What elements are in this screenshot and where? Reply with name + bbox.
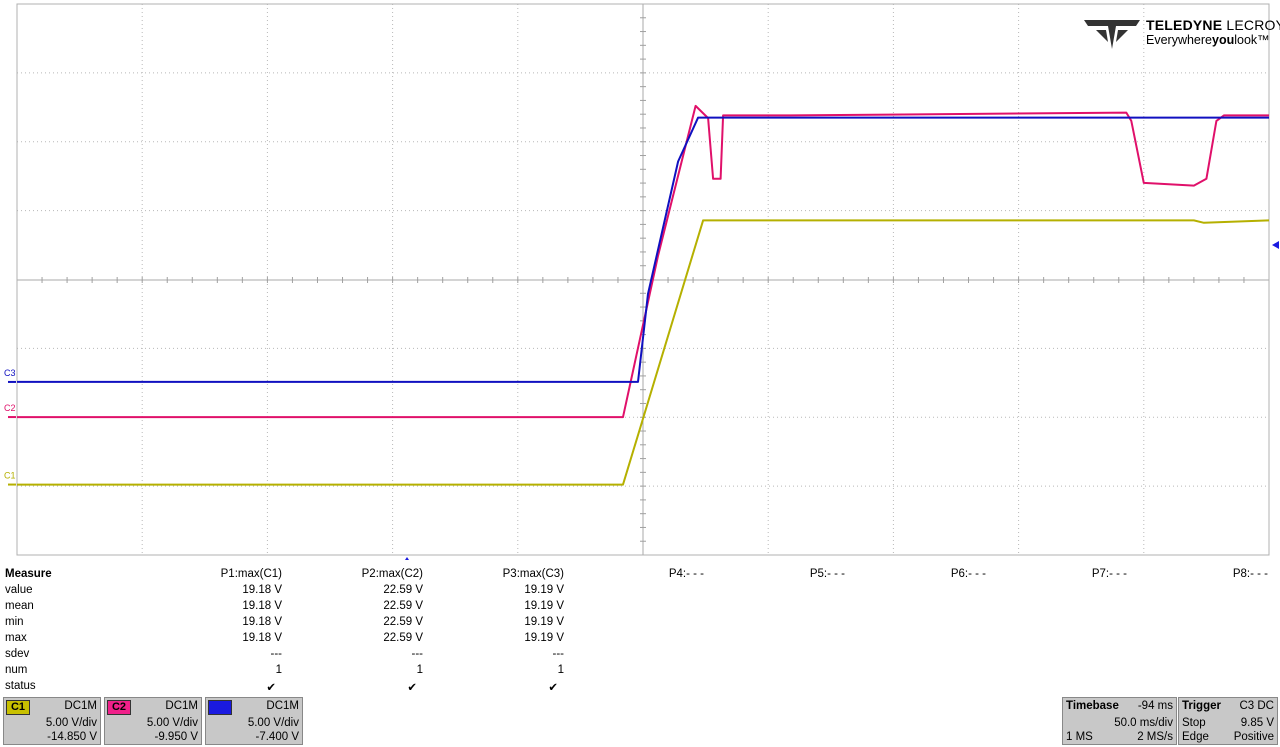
timebase-delay: -94 ms <box>1137 700 1173 712</box>
measure-cell-p1: 19.18 V <box>242 600 282 612</box>
measure-row-sdev: sdev --- --- --- <box>0 648 1280 664</box>
measure-row-label: value <box>5 584 33 596</box>
measure-cell-p3: ✔ <box>548 682 558 694</box>
measure-row-label: num <box>5 664 28 676</box>
channel-c2-coupling: DC1M <box>165 700 198 712</box>
measure-cell-p2: 1 <box>416 664 423 676</box>
measure-row-label: max <box>5 632 27 644</box>
logo-emblem-icon <box>1084 20 1140 49</box>
param-p7[interactable]: P7:- - - <box>1092 568 1127 580</box>
measure-cell-p1: 19.18 V <box>242 632 282 644</box>
channel-c2-descriptor[interactable]: C2 DC1M 5.00 V/div -9.950 V <box>104 697 202 745</box>
measure-cell-p2: ✔ <box>407 682 417 694</box>
channel-marker-c3[interactable]: C3 <box>4 368 16 378</box>
channel-marker-c1[interactable]: C1 <box>4 471 16 481</box>
measure-cell-p3: 19.19 V <box>524 584 564 596</box>
measure-table[interactable]: Measure P1:max(C1) P2:max(C2) P3:max(C3)… <box>0 566 1280 694</box>
measure-cell-p1: --- <box>270 648 283 660</box>
measure-cell-p3: 19.19 V <box>524 632 564 644</box>
measure-cell-p3: 1 <box>557 664 564 676</box>
trigger-title: Trigger <box>1182 700 1221 712</box>
param-p1[interactable]: P1:max(C1) <box>221 568 282 580</box>
measure-row-max: max 19.18 V 22.59 V 19.19 V <box>0 632 1280 648</box>
measure-cell-p2: 22.59 V <box>383 584 423 596</box>
measure-cell-p1: 1 <box>275 664 282 676</box>
logo-brand-text: TELEDYNE LECROY <box>1146 17 1280 33</box>
measure-row-min: min 19.18 V 22.59 V 19.19 V <box>0 616 1280 632</box>
param-p4[interactable]: P4:- - - <box>669 568 704 580</box>
param-p8[interactable]: P8:- - - <box>1233 568 1268 580</box>
timebase-title: Timebase <box>1066 700 1119 712</box>
trigger-slope: Positive <box>1233 731 1274 743</box>
channel-c1-tag: C1 <box>6 700 30 715</box>
logo-tagline: Everywhereyoulook™ <box>1146 33 1270 47</box>
measure-cell-p3: 19.19 V <box>524 616 564 628</box>
param-p5[interactable]: P5:- - - <box>810 568 845 580</box>
measure-row-value: value 19.18 V 22.59 V 19.19 V <box>0 584 1280 600</box>
timebase-descriptor[interactable]: Timebase -94 ms 50.0 ms/div 1 MS 2 MS/s <box>1062 697 1177 745</box>
measure-cell-p2: 22.59 V <box>383 616 423 628</box>
measure-row-label: min <box>5 616 24 628</box>
channel-c3-descriptor[interactable]: C3 DC1M 5.00 V/div -7.400 V <box>205 697 303 745</box>
measure-row-mean: mean 19.18 V 22.59 V 19.19 V <box>0 600 1280 616</box>
measure-cell-p2: --- <box>411 648 424 660</box>
param-p2[interactable]: P2:max(C2) <box>362 568 423 580</box>
channel-c1-descriptor[interactable]: C1 DC1M 5.00 V/div -14.850 V <box>3 697 101 745</box>
measure-row-label: mean <box>5 600 34 612</box>
timebase-tdiv: 50.0 ms/div <box>1114 717 1173 729</box>
status-bar: C1 DC1M 5.00 V/div -14.850 V C2 DC1M 5.0… <box>0 697 1280 747</box>
param-p6[interactable]: P6:- - - <box>951 568 986 580</box>
channel-marker-c2[interactable]: C2 <box>4 403 16 413</box>
measure-cell-p3: 19.19 V <box>524 600 564 612</box>
channel-c3-vdiv: 5.00 V/div <box>247 717 299 729</box>
trigger-type: Edge <box>1182 731 1209 743</box>
timebase-rate: 2 MS/s <box>1137 731 1173 743</box>
channel-c1-vdiv: 5.00 V/div <box>45 717 97 729</box>
measure-row-num: num 1 1 1 <box>0 664 1280 680</box>
trigger-level: 9.85 V <box>1240 717 1274 729</box>
measure-row-label: sdev <box>5 648 30 660</box>
measure-cell-p2: 22.59 V <box>383 632 423 644</box>
measure-cell-p3: --- <box>552 648 565 660</box>
channel-c2-tag: C2 <box>107 700 131 715</box>
channel-c3-tag: C3 <box>208 700 232 715</box>
timebase-points: 1 MS <box>1066 731 1093 743</box>
measure-row-status: status ✔ ✔ ✔ <box>0 680 1280 696</box>
measure-title: Measure <box>5 568 52 580</box>
channel-c2-vdiv: 5.00 V/div <box>146 717 198 729</box>
trigger-source: C3 DC <box>1239 700 1274 712</box>
measure-cell-p1: ✔ <box>266 682 276 694</box>
measure-cell-p1: 19.18 V <box>242 616 282 628</box>
channel-c2-offset: -9.950 V <box>154 731 198 743</box>
channel-c3-offset: -7.400 V <box>255 731 299 743</box>
measure-cell-p2: 22.59 V <box>383 600 423 612</box>
channel-c1-offset: -14.850 V <box>47 731 97 743</box>
measure-row-label: status <box>5 680 36 692</box>
measure-cell-p1: 19.18 V <box>242 584 282 596</box>
waveform-display[interactable]: C3 C2 C1 <box>0 0 1280 560</box>
param-p3[interactable]: P3:max(C3) <box>503 568 564 580</box>
channel-c1-coupling: DC1M <box>64 700 97 712</box>
measure-header-row: Measure P1:max(C1) P2:max(C2) P3:max(C3)… <box>0 568 1280 584</box>
trigger-descriptor[interactable]: Trigger C3 DC Stop 9.85 V Edge Positive <box>1178 697 1278 745</box>
trigger-mode: Stop <box>1182 717 1206 729</box>
channel-c3-coupling: DC1M <box>266 700 299 712</box>
teledyne-lecroy-logo: TELEDYNE LECROY Everywhereyoulook™ <box>1082 16 1280 50</box>
